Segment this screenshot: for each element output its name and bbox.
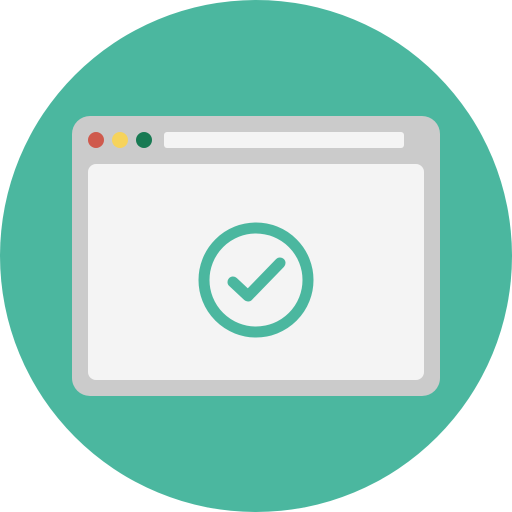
address-bar — [164, 132, 404, 148]
maximize-dot-icon — [136, 132, 152, 148]
checkmark-circle-icon — [198, 222, 314, 338]
minimize-dot-icon — [112, 132, 128, 148]
browser-check-illustration — [0, 0, 512, 512]
close-dot-icon — [88, 132, 104, 148]
